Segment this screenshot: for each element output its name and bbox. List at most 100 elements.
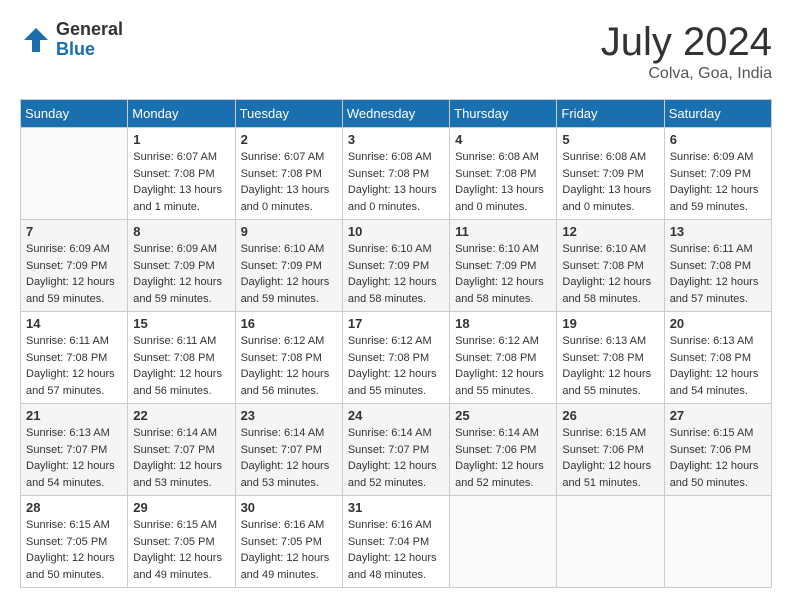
calendar-day-cell: 6 Sunrise: 6:09 AMSunset: 7:09 PMDaylight…: [664, 128, 771, 220]
calendar-day-cell: 2Sunrise: 6:07 AMSunset: 7:08 PMDaylight…: [235, 128, 342, 220]
calendar-week-row: 14 Sunrise: 6:11 AMSunset: 7:08 PMDayligh…: [21, 312, 772, 404]
day-info: Sunrise: 6:08 AMSunset: 7:08 PMDaylight:…: [455, 149, 551, 215]
month-title: July 2024: [601, 20, 772, 65]
calendar-day-cell: 17 Sunrise: 6:12 AMSunset: 7:08 PMDayligh…: [342, 312, 449, 404]
day-number: 30: [241, 500, 337, 515]
logo-blue: Blue: [56, 40, 123, 60]
day-number: 22: [133, 408, 229, 423]
day-number: 15: [133, 316, 229, 331]
calendar-day-cell: 22 Sunrise: 6:14 AMSunset: 7:07 PMDayligh…: [128, 404, 235, 496]
day-info: Sunrise: 6:07 AMSunset: 7:08 PMDaylight:…: [241, 149, 337, 215]
calendar-day-cell: 31 Sunrise: 6:16 AMSunset: 7:04 PMDayligh…: [342, 496, 449, 588]
day-number: 16: [241, 316, 337, 331]
day-number: 6: [670, 132, 766, 147]
title-block: July 2024 Colva, Goa, India: [601, 20, 772, 83]
calendar-header-row: SundayMondayTuesdayWednesdayThursdayFrid…: [21, 100, 772, 128]
weekday-header: Thursday: [450, 100, 557, 128]
calendar-day-cell: 24 Sunrise: 6:14 AMSunset: 7:07 PMDayligh…: [342, 404, 449, 496]
page-header: General Blue July 2024 Colva, Goa, India: [20, 20, 772, 83]
day-info: Sunrise: 6:10 AMSunset: 7:09 PMDaylight:…: [455, 241, 551, 307]
day-info: Sunrise: 6:13 AMSunset: 7:08 PMDaylight:…: [670, 333, 766, 399]
day-info: Sunrise: 6:14 AMSunset: 7:07 PMDaylight:…: [348, 425, 444, 491]
day-number: 27: [670, 408, 766, 423]
calendar-day-cell: 9Sunrise: 6:10 AMSunset: 7:09 PMDaylight…: [235, 220, 342, 312]
calendar-day-cell: 28 Sunrise: 6:15 AMSunset: 7:05 PMDayligh…: [21, 496, 128, 588]
day-info: Sunrise: 6:11 AMSunset: 7:08 PMDaylight:…: [670, 241, 766, 307]
calendar-week-row: 1 Sunrise: 6:07 AMSunset: 7:08 PMDaylight…: [21, 128, 772, 220]
calendar-day-cell: [557, 496, 664, 588]
day-number: 29: [133, 500, 229, 515]
weekday-header: Wednesday: [342, 100, 449, 128]
day-info: Sunrise: 6:14 AMSunset: 7:06 PMDaylight:…: [455, 425, 551, 491]
day-number: 8: [133, 224, 229, 239]
day-number: 7: [26, 224, 122, 239]
weekday-header: Saturday: [664, 100, 771, 128]
calendar-day-cell: 4Sunrise: 6:08 AMSunset: 7:08 PMDaylight…: [450, 128, 557, 220]
day-number: 17: [348, 316, 444, 331]
day-number: 18: [455, 316, 551, 331]
calendar-day-cell: 15 Sunrise: 6:11 AMSunset: 7:08 PMDayligh…: [128, 312, 235, 404]
day-info: Sunrise: 6:16 AMSunset: 7:05 PMDaylight:…: [241, 517, 337, 583]
calendar-day-cell: 25 Sunrise: 6:14 AMSunset: 7:06 PMDayligh…: [450, 404, 557, 496]
day-number: 31: [348, 500, 444, 515]
day-number: 23: [241, 408, 337, 423]
logo-text: General Blue: [56, 20, 123, 60]
day-info: Sunrise: 6:15 AMSunset: 7:05 PMDaylight:…: [133, 517, 229, 583]
day-info: Sunrise: 6:11 AMSunset: 7:08 PMDaylight:…: [133, 333, 229, 399]
day-info: Sunrise: 6:07 AMSunset: 7:08 PMDaylight:…: [133, 149, 229, 215]
day-info: Sunrise: 6:15 AMSunset: 7:05 PMDaylight:…: [26, 517, 122, 583]
day-info: Sunrise: 6:08 AMSunset: 7:08 PMDaylight:…: [348, 149, 444, 215]
day-info: Sunrise: 6:14 AMSunset: 7:07 PMDaylight:…: [241, 425, 337, 491]
day-number: 13: [670, 224, 766, 239]
day-info: Sunrise: 6:12 AMSunset: 7:08 PMDaylight:…: [455, 333, 551, 399]
calendar-day-cell: 26 Sunrise: 6:15 AMSunset: 7:06 PMDayligh…: [557, 404, 664, 496]
calendar-day-cell: 23 Sunrise: 6:14 AMSunset: 7:07 PMDayligh…: [235, 404, 342, 496]
calendar-day-cell: 29 Sunrise: 6:15 AMSunset: 7:05 PMDayligh…: [128, 496, 235, 588]
day-info: Sunrise: 6:13 AMSunset: 7:08 PMDaylight:…: [562, 333, 658, 399]
day-info: Sunrise: 6:12 AMSunset: 7:08 PMDaylight:…: [348, 333, 444, 399]
calendar-day-cell: 30 Sunrise: 6:16 AMSunset: 7:05 PMDayligh…: [235, 496, 342, 588]
day-info: Sunrise: 6:14 AMSunset: 7:07 PMDaylight:…: [133, 425, 229, 491]
calendar-day-cell: [21, 128, 128, 220]
calendar-week-row: 21 Sunrise: 6:13 AMSunset: 7:07 PMDayligh…: [21, 404, 772, 496]
day-info: Sunrise: 6:13 AMSunset: 7:07 PMDaylight:…: [26, 425, 122, 491]
calendar-day-cell: 13 Sunrise: 6:11 AMSunset: 7:08 PMDayligh…: [664, 220, 771, 312]
day-info: Sunrise: 6:09 AMSunset: 7:09 PMDaylight:…: [26, 241, 122, 307]
day-number: 19: [562, 316, 658, 331]
calendar-week-row: 7 Sunrise: 6:09 AMSunset: 7:09 PMDaylight…: [21, 220, 772, 312]
day-number: 21: [26, 408, 122, 423]
day-info: Sunrise: 6:11 AMSunset: 7:08 PMDaylight:…: [26, 333, 122, 399]
weekday-header: Monday: [128, 100, 235, 128]
day-info: Sunrise: 6:16 AMSunset: 7:04 PMDaylight:…: [348, 517, 444, 583]
calendar-day-cell: 7 Sunrise: 6:09 AMSunset: 7:09 PMDaylight…: [21, 220, 128, 312]
day-info: Sunrise: 6:15 AMSunset: 7:06 PMDaylight:…: [670, 425, 766, 491]
calendar-day-cell: 12Sunrise: 6:10 AMSunset: 7:08 PMDayligh…: [557, 220, 664, 312]
calendar-day-cell: 1 Sunrise: 6:07 AMSunset: 7:08 PMDaylight…: [128, 128, 235, 220]
calendar-day-cell: 10Sunrise: 6:10 AMSunset: 7:09 PMDayligh…: [342, 220, 449, 312]
day-number: 25: [455, 408, 551, 423]
calendar-day-cell: 5Sunrise: 6:08 AMSunset: 7:09 PMDaylight…: [557, 128, 664, 220]
day-info: Sunrise: 6:12 AMSunset: 7:08 PMDaylight:…: [241, 333, 337, 399]
calendar-day-cell: 20 Sunrise: 6:13 AMSunset: 7:08 PMDayligh…: [664, 312, 771, 404]
calendar-day-cell: [450, 496, 557, 588]
calendar-day-cell: 16 Sunrise: 6:12 AMSunset: 7:08 PMDayligh…: [235, 312, 342, 404]
day-info: Sunrise: 6:10 AMSunset: 7:09 PMDaylight:…: [348, 241, 444, 307]
day-number: 28: [26, 500, 122, 515]
day-info: Sunrise: 6:15 AMSunset: 7:06 PMDaylight:…: [562, 425, 658, 491]
day-number: 20: [670, 316, 766, 331]
calendar-day-cell: 21 Sunrise: 6:13 AMSunset: 7:07 PMDayligh…: [21, 404, 128, 496]
logo-icon: [20, 24, 52, 56]
day-info: Sunrise: 6:09 AMSunset: 7:09 PMDaylight:…: [670, 149, 766, 215]
weekday-header: Sunday: [21, 100, 128, 128]
day-number: 24: [348, 408, 444, 423]
logo-general: General: [56, 20, 123, 40]
weekday-header: Tuesday: [235, 100, 342, 128]
calendar-day-cell: 8Sunrise: 6:09 AMSunset: 7:09 PMDaylight…: [128, 220, 235, 312]
day-info: Sunrise: 6:10 AMSunset: 7:09 PMDaylight:…: [241, 241, 337, 307]
day-number: 1: [133, 132, 229, 147]
day-number: 3: [348, 132, 444, 147]
day-number: 14: [26, 316, 122, 331]
location: Colva, Goa, India: [601, 65, 772, 83]
day-number: 26: [562, 408, 658, 423]
calendar-day-cell: [664, 496, 771, 588]
